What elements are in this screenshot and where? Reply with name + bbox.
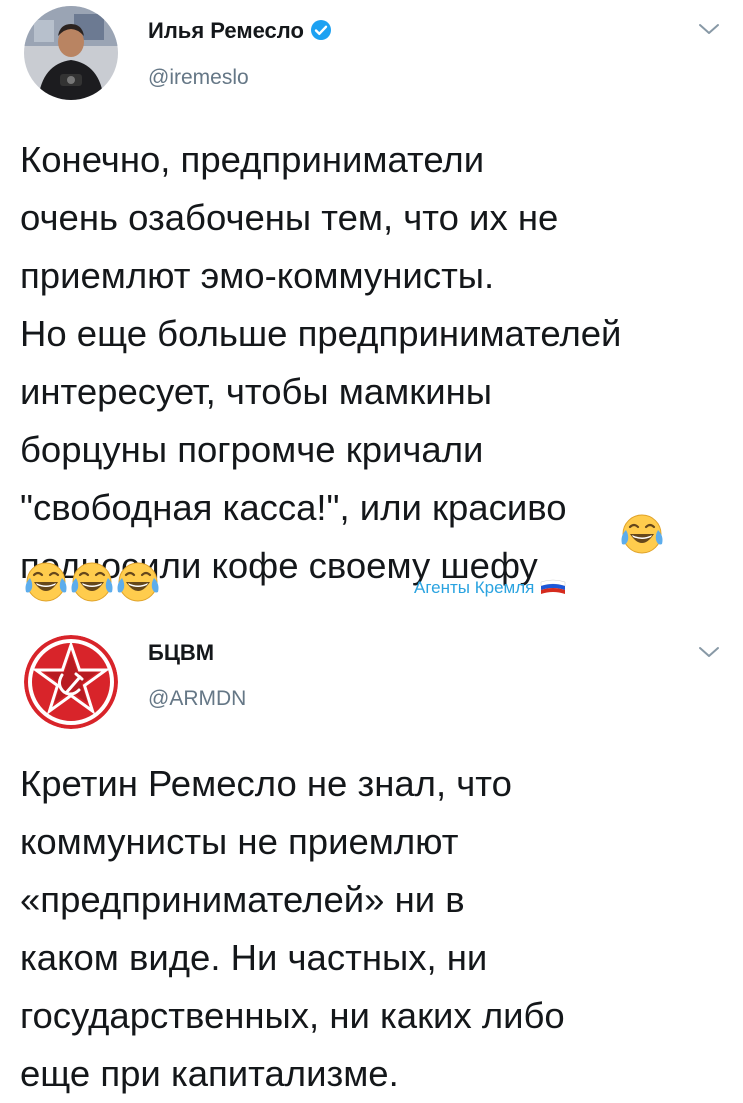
tweet-bcvm: БЦВМ @ARMDN Кретин Ремесло не знал, что … <box>0 615 743 1094</box>
chevron-down-icon[interactable] <box>697 22 721 36</box>
verified-badge-icon <box>310 19 332 47</box>
author-name[interactable]: Илья Ремесло <box>148 18 332 47</box>
author-name[interactable]: БЦВМ <box>148 640 214 666</box>
emoji-row <box>24 560 162 610</box>
tweet-text: Кретин Ремесло не знал, что коммунисты н… <box>20 763 565 1094</box>
avatar[interactable] <box>24 635 118 729</box>
laughing-emoji-icon <box>116 561 160 603</box>
author-name-text: Илья Ремесло <box>148 18 304 43</box>
author-handle[interactable]: @ARMDN <box>148 687 246 711</box>
author-handle[interactable]: @iremeslo <box>148 66 249 90</box>
laughing-emoji-icon <box>620 512 666 556</box>
laughing-emoji-icon <box>24 561 68 603</box>
laughing-emoji-icon <box>70 561 114 603</box>
chevron-down-icon[interactable] <box>697 645 721 659</box>
avatar[interactable] <box>24 6 118 100</box>
signature-watermark: Агенты Кремля <box>414 578 566 602</box>
signature-text: Агенты Кремля <box>414 578 535 597</box>
tweet-ilya-remeslo: Илья Ремесло @iremeslo Конечно, предприн… <box>0 0 743 615</box>
russian-flag-icon <box>540 579 566 602</box>
